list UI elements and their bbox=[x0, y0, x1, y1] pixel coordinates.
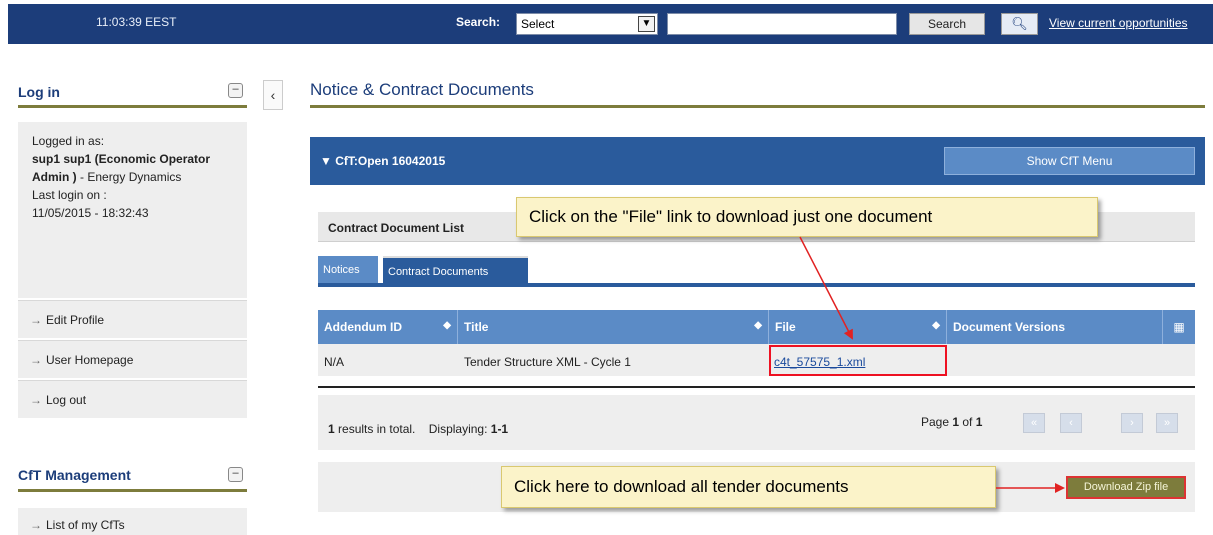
cft-header: ▼ CfT:Open 16042015 Show CfT Menu bbox=[310, 137, 1205, 185]
page-total: 1 bbox=[975, 415, 983, 429]
table-bottom-rule bbox=[318, 386, 1195, 388]
search-select-value: Select bbox=[521, 17, 555, 31]
menu-item-log-out[interactable]: → Log out bbox=[18, 380, 247, 418]
arrow-right-icon: → bbox=[30, 518, 42, 532]
search-button[interactable]: Search bbox=[909, 13, 985, 35]
previous-page-icon[interactable]: ‹ bbox=[1060, 413, 1082, 433]
table-row: N/A Tender Structure XML - Cycle 1 c4t_5… bbox=[318, 344, 1195, 376]
menu-item-label: User Homepage bbox=[46, 353, 134, 367]
menu-item-user-homepage[interactable]: → User Homepage bbox=[18, 340, 247, 378]
collapse-sidebar-button[interactable]: ‹ bbox=[263, 80, 283, 110]
tab-notices[interactable]: Notices bbox=[318, 256, 378, 283]
column-header-addendum-id[interactable]: Addendum ID ◆ bbox=[318, 310, 458, 344]
chevron-down-icon[interactable]: ▼ bbox=[638, 16, 655, 32]
first-page-icon[interactable]: « bbox=[1023, 413, 1045, 433]
zip-callout: Click here to download all tender docume… bbox=[501, 466, 996, 508]
displaying-value: 1-1 bbox=[490, 422, 509, 436]
login-panel-title: Log in bbox=[18, 84, 60, 100]
cft-toggle[interactable]: ▼ CfT:Open 16042015 bbox=[320, 154, 445, 168]
sort-icon[interactable]: ◆ bbox=[932, 320, 940, 331]
results-text: results in total. bbox=[334, 422, 416, 436]
login-info: Logged in as: sup1 sup1 (Economic Operat… bbox=[18, 122, 247, 298]
sort-icon[interactable]: ◆ bbox=[443, 320, 451, 331]
user-org: - Energy Dynamics bbox=[76, 170, 182, 184]
minimize-icon[interactable]: – bbox=[228, 467, 243, 482]
tab-contract-documents[interactable]: Contract Documents bbox=[383, 256, 528, 283]
search-label: Search: bbox=[456, 15, 501, 29]
user-line: sup1 sup1 (Economic Operator Admin ) - E… bbox=[32, 150, 237, 186]
cell-addendum-id: N/A bbox=[324, 355, 345, 369]
page-of: of bbox=[959, 415, 976, 429]
sort-icon[interactable]: ◆ bbox=[754, 320, 762, 331]
arrow-right-icon: → bbox=[30, 353, 42, 367]
cft-title: CfT:Open 16042015 bbox=[335, 154, 446, 168]
next-page-icon[interactable]: › bbox=[1121, 413, 1143, 433]
top-bar: 11:03:39 EEST Search: Select ▼ Search 🔍︎… bbox=[8, 4, 1213, 44]
column-header-file[interactable]: File ◆ bbox=[769, 310, 947, 344]
last-login-value: 11/05/2015 - 18:32:43 bbox=[32, 206, 149, 220]
search-category-select[interactable]: Select ▼ bbox=[516, 13, 658, 35]
arrow-right-icon: → bbox=[30, 393, 42, 407]
column-header-title[interactable]: Title ◆ bbox=[458, 310, 769, 344]
column-label: Addendum ID bbox=[324, 320, 402, 334]
divider bbox=[310, 105, 1205, 108]
download-zip-button[interactable]: Download Zip file bbox=[1066, 476, 1186, 499]
search-input[interactable] bbox=[667, 13, 897, 35]
search-plus-icon[interactable]: 🔍︎ bbox=[1001, 13, 1038, 35]
results-summary: 1 results in total. Displaying: 1-1 bbox=[328, 422, 508, 436]
arrow-right-icon: → bbox=[30, 313, 42, 327]
view-opportunities-link[interactable]: View current opportunities bbox=[1049, 16, 1188, 30]
triangle-down-icon: ▼ bbox=[320, 154, 332, 168]
file-callout: Click on the "File" link to download jus… bbox=[516, 197, 1098, 237]
last-login-label: Last login on : bbox=[32, 188, 107, 202]
column-label: File bbox=[775, 320, 796, 334]
divider bbox=[18, 105, 247, 108]
menu-item-label: Edit Profile bbox=[46, 313, 105, 327]
show-cft-menu-button[interactable]: Show CfT Menu bbox=[944, 147, 1195, 175]
column-label: Document Versions bbox=[953, 320, 1066, 334]
last-page-icon[interactable]: » bbox=[1156, 413, 1178, 433]
cell-title: Tender Structure XML - Cycle 1 bbox=[464, 355, 631, 369]
menu-item-list-my-cfts[interactable]: → List of my CfTs bbox=[18, 508, 247, 535]
column-chooser-icon[interactable]: ▦ bbox=[1163, 310, 1195, 344]
column-header-document-versions[interactable]: Document Versions bbox=[947, 310, 1163, 344]
tab-underline bbox=[318, 283, 1195, 287]
menu-item-edit-profile[interactable]: → Edit Profile bbox=[18, 300, 247, 338]
menu-item-label: List of my CfTs bbox=[46, 518, 125, 532]
page-title: Notice & Contract Documents bbox=[310, 80, 534, 99]
column-label: Title bbox=[464, 320, 489, 334]
pagination-bar: 1 results in total. Displaying: 1-1 Page… bbox=[318, 395, 1195, 450]
results-count: 1 bbox=[328, 422, 335, 436]
displaying-label: Displaying: bbox=[428, 422, 491, 436]
divider bbox=[18, 489, 247, 492]
file-link-highlight bbox=[769, 345, 947, 376]
clock: 11:03:39 EEST bbox=[96, 15, 177, 29]
menu-item-label: Log out bbox=[46, 393, 87, 407]
page-label: Page bbox=[921, 415, 953, 429]
logged-in-label: Logged in as: bbox=[32, 134, 105, 148]
cft-management-title: CfT Management bbox=[18, 467, 131, 483]
page-indicator: Page 1 of 1 bbox=[921, 415, 982, 429]
minimize-icon[interactable]: – bbox=[228, 83, 243, 98]
